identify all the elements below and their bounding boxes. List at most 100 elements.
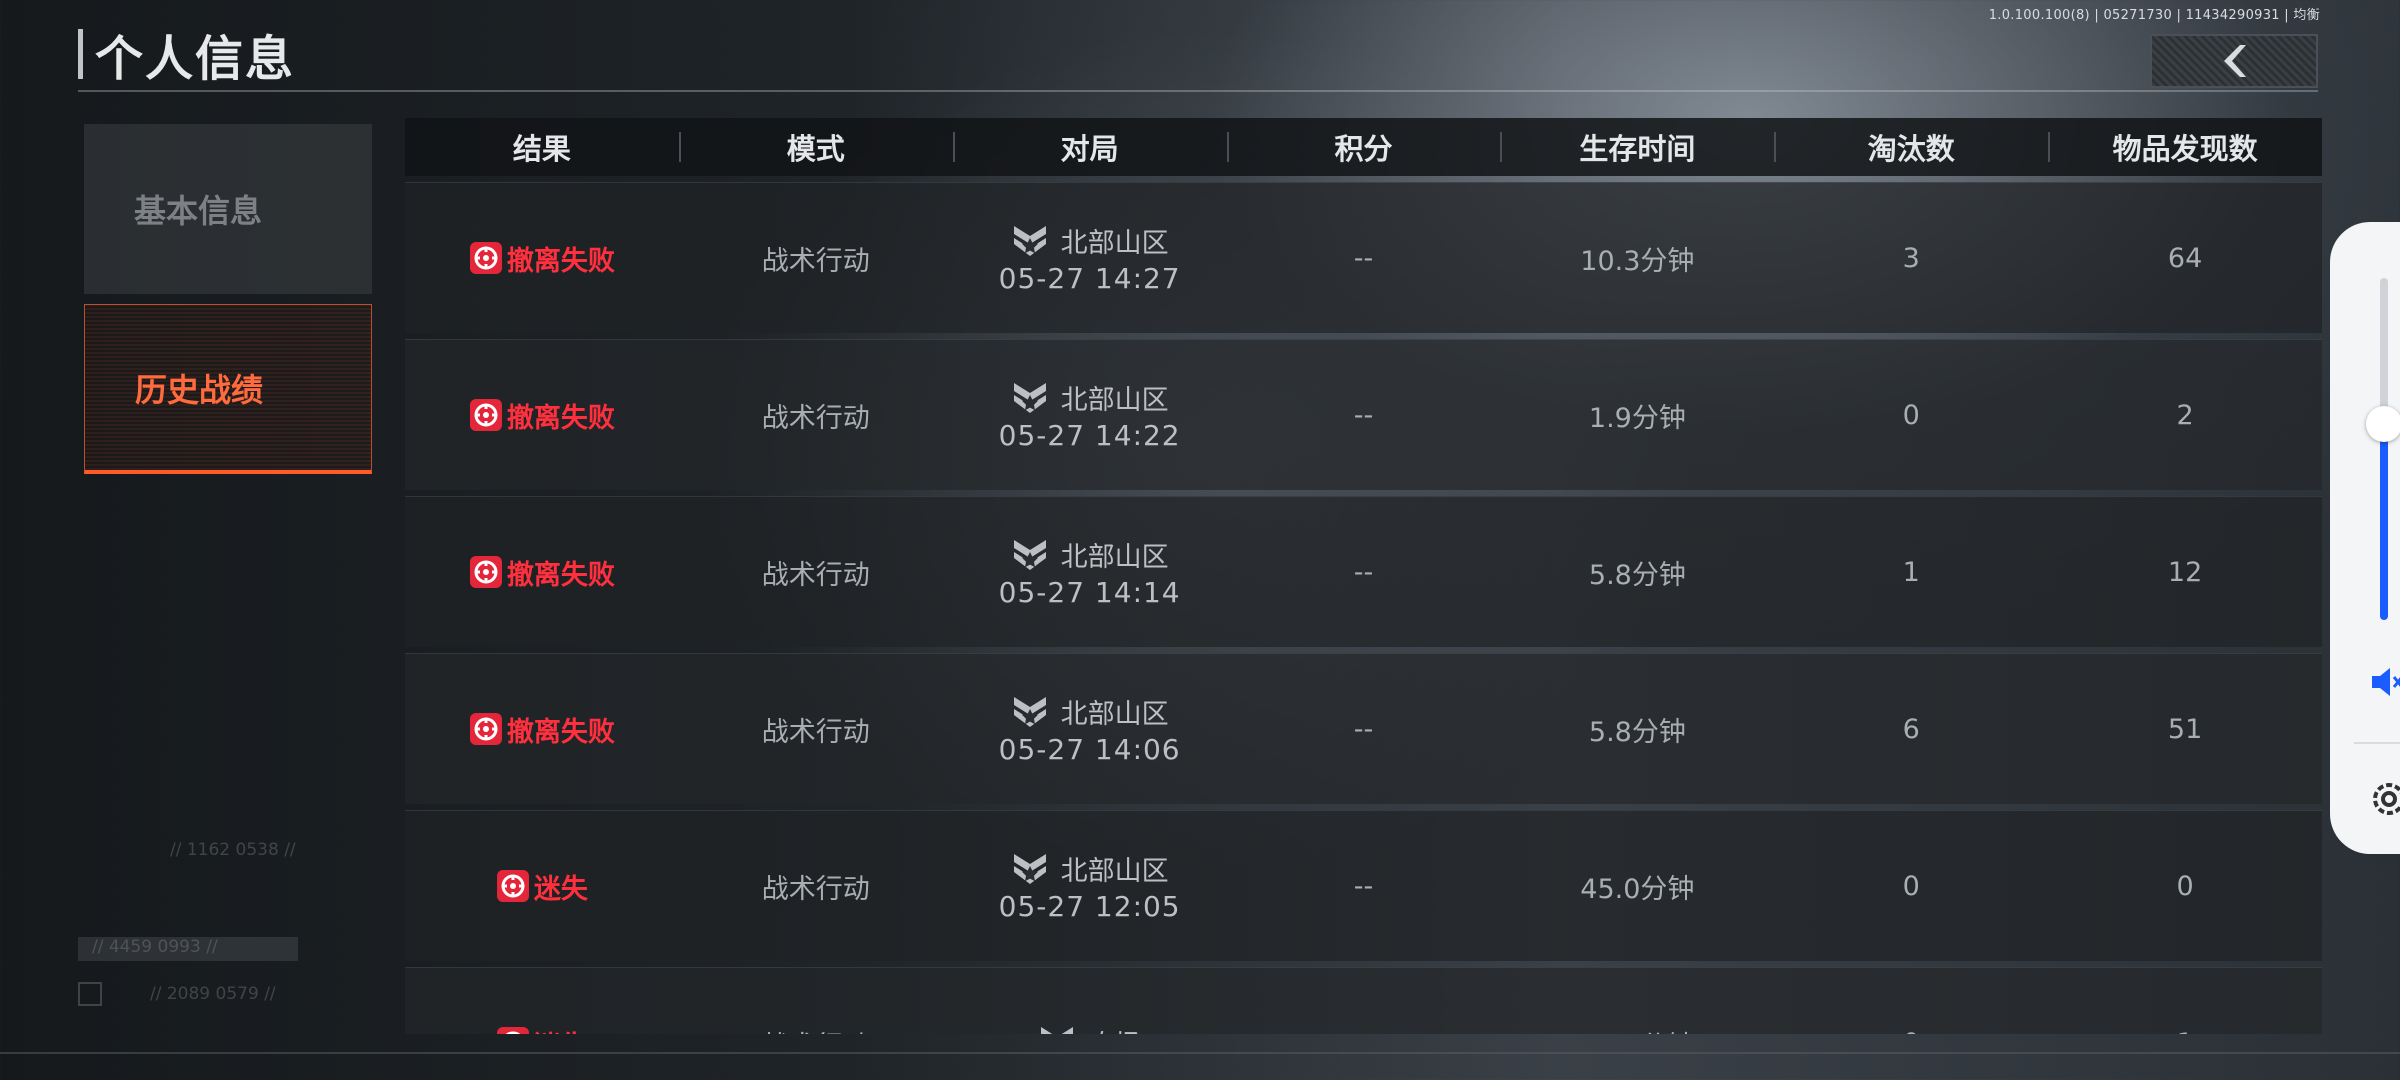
decorative-code: // 4459 0993 //	[92, 937, 218, 957]
result-fail-icon	[469, 399, 502, 431]
match-cell: 北部山区 05-27 12:05	[953, 849, 1227, 923]
result-cell: 撤离失败	[405, 553, 679, 592]
match-cell: 北部山区 05-27 14:27	[953, 221, 1227, 295]
back-arrow-icon	[2224, 45, 2246, 77]
gear-icon[interactable]	[2364, 774, 2400, 824]
result-fail-icon	[469, 713, 502, 745]
items-found-cell: 0	[2176, 870, 2194, 902]
decorative-code: // 1162 0538 //	[170, 840, 296, 860]
survival-time-cell: 45.0分钟	[1580, 873, 1695, 905]
speaker-icon[interactable]	[2366, 662, 2400, 702]
sidebar-item-label: 历史战绩	[135, 370, 264, 409]
mode-cell: 战术行动	[679, 1024, 953, 1035]
sidebar-item-label: 基本信息	[134, 192, 263, 230]
mode-cell: 战术行动	[761, 245, 870, 277]
score-cell: --	[1353, 399, 1374, 431]
version-info: 1.0.100.100(8) | 05271730 | 11434290931 …	[1988, 8, 2320, 23]
survival-time-cell: 5.8分钟	[1588, 559, 1686, 591]
rank-badge-icon	[1013, 696, 1046, 727]
map-name: 北部山区	[1060, 228, 1169, 259]
result-label: 迷失	[533, 873, 588, 905]
column-header-items-found: 物品发现数	[2048, 126, 2322, 168]
items-found-cell: 51	[2167, 713, 2203, 745]
bottom-divider	[0, 1052, 2400, 1054]
volume-slider[interactable]	[2380, 278, 2388, 620]
match-cell: 北部山区 05-27 14:22	[953, 378, 1227, 452]
result-label: 撤离失败	[506, 559, 615, 591]
sidebar: 基本信息 历史战绩	[84, 124, 372, 474]
match-time: 05-27 14:22	[998, 419, 1181, 452]
mode-cell: 战术行动	[761, 402, 870, 434]
result-cell: 撤离失败	[405, 710, 679, 749]
rank-badge-icon	[1013, 539, 1046, 570]
survival-time-cell: 10.3分钟	[1580, 245, 1695, 277]
result-cell: 迷失	[405, 867, 679, 906]
rank-badge-icon	[1013, 853, 1046, 884]
match-time: 05-27 12:05	[998, 890, 1181, 923]
sidebar-item-match-history[interactable]: 历史战绩	[84, 304, 372, 474]
map-name: 北部山区	[1060, 856, 1169, 887]
table-row[interactable]: 撤离失败 战术行动 北部山区 05-27 14:27 -- 10.3分钟 3 64	[405, 182, 2322, 333]
result-fail-icon	[496, 1027, 529, 1034]
decorative-square-icon	[78, 982, 102, 1006]
volume-panel[interactable]	[2330, 222, 2400, 854]
result-label: 撤离失败	[506, 402, 615, 434]
table-row[interactable]: 撤离失败 战术行动 北部山区 05-27 14:14 -- 5.8分钟 1 12	[405, 496, 2322, 647]
result-label: 迷失	[534, 1024, 588, 1035]
survival-time-cell: 5.8分钟	[1588, 716, 1686, 748]
title-divider	[78, 90, 2318, 92]
table-header: 结果 模式 对局 积分 生存时间 淘汰数 物品发现数	[405, 118, 2322, 176]
column-header-result: 结果	[512, 132, 571, 166]
map-name: 北部山区	[1060, 699, 1169, 730]
items-found-cell: 2	[2176, 399, 2194, 431]
rank-badge-icon	[1013, 225, 1046, 256]
table-body: 撤离失败 战术行动 北部山区 05-27 14:27 -- 10.3分钟 3 64 撤离失败 战术…	[405, 182, 2322, 1034]
back-button[interactable]	[2150, 34, 2318, 88]
survival-time-cell: 1.9分钟	[1588, 402, 1686, 434]
survival-time-cell: 35.0分钟	[1500, 1024, 1774, 1035]
kills-cell: 1	[1902, 556, 1920, 588]
title-bar: 个人信息	[78, 24, 295, 87]
kills-cell: 3	[1902, 242, 1920, 274]
result-cell: 迷失	[405, 1024, 679, 1035]
result-label: 撤离失败	[506, 716, 615, 748]
match-cell: 农场	[953, 1023, 1227, 1034]
kills-cell: 0	[1774, 1028, 2048, 1035]
volume-slider-handle[interactable]	[2366, 406, 2400, 442]
items-found-cell: 1	[2048, 1028, 2322, 1035]
score-cell: --	[1353, 713, 1374, 745]
map-name: 北部山区	[1060, 542, 1169, 573]
table-row[interactable]: 撤离失败 战术行动 北部山区 05-27 14:22 -- 1.9分钟 0 2	[405, 339, 2322, 490]
volume-divider	[2354, 742, 2400, 744]
result-fail-icon	[469, 242, 502, 274]
column-header-match: 对局	[953, 126, 1227, 168]
result-cell: 撤离失败	[405, 239, 679, 278]
score-cell: --	[1353, 556, 1374, 588]
match-time: 05-27 14:06	[998, 733, 1181, 766]
column-header-kills: 淘汰数	[1774, 126, 2048, 168]
mode-cell: 战术行动	[761, 716, 870, 748]
items-found-cell: 64	[2167, 242, 2203, 274]
match-cell: 北部山区 05-27 14:14	[953, 535, 1227, 609]
rank-badge-icon	[1013, 382, 1046, 413]
result-fail-icon	[469, 556, 502, 588]
sidebar-item-basic-info[interactable]: 基本信息	[84, 124, 372, 294]
kills-cell: 0	[1902, 399, 1920, 431]
result-fail-icon	[496, 870, 529, 902]
table-row[interactable]: 迷失 战术行动 农场 --35.0分钟01	[405, 967, 2322, 1034]
result-label: 撤离失败	[506, 245, 615, 277]
column-header-mode: 模式	[679, 126, 953, 168]
decorative-code: // 2089 0579 //	[150, 984, 276, 1004]
table-row[interactable]: 撤离失败 战术行动 北部山区 05-27 14:06 -- 5.8分钟 6 51	[405, 653, 2322, 804]
mode-cell: 战术行动	[761, 559, 870, 591]
kills-cell: 0	[1902, 870, 1920, 902]
title-accent-bar	[78, 29, 83, 79]
items-found-cell: 12	[2167, 556, 2203, 588]
score-cell: --	[1227, 1028, 1501, 1035]
page-title: 个人信息	[95, 31, 296, 87]
rank-badge-icon	[1040, 1027, 1073, 1034]
mode-cell: 战术行动	[761, 873, 870, 905]
match-cell: 北部山区 05-27 14:06	[953, 692, 1227, 766]
table-row[interactable]: 迷失 战术行动 北部山区 05-27 12:05 -- 45.0分钟 0 0	[405, 810, 2322, 961]
kills-cell: 6	[1902, 713, 1920, 745]
